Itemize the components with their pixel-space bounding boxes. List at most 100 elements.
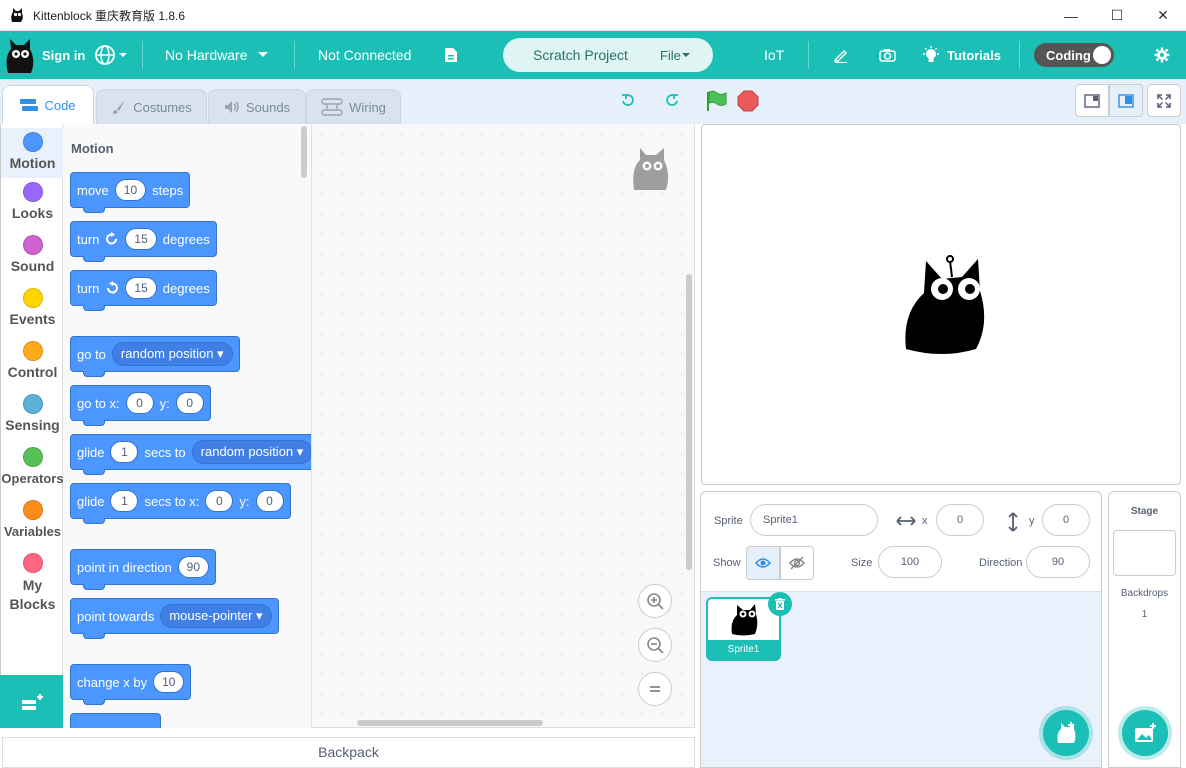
block-input[interactable]: 0 (205, 490, 234, 512)
category-events[interactable]: Events (1, 288, 64, 327)
choose-backdrop-button[interactable] (1122, 710, 1168, 756)
backdrop-thumbnail[interactable] (1113, 530, 1176, 576)
pencil-icon[interactable] (833, 31, 849, 79)
zoom-in-button[interactable] (638, 584, 672, 618)
category-motion[interactable]: Motion (1, 128, 64, 178)
choose-sprite-button[interactable] (1043, 710, 1089, 756)
script-workspace[interactable] (312, 124, 695, 728)
tab-sounds[interactable]: Sounds (208, 89, 306, 124)
small-stage-button[interactable] (1075, 84, 1109, 117)
dropdown-value: random position (200, 444, 294, 459)
block-point-towards[interactable]: point towards mouse-pointer ▾ (70, 598, 279, 639)
category-sensing[interactable]: Sensing (1, 394, 64, 433)
add-extension-button[interactable] (0, 675, 63, 728)
language-globe-icon[interactable] (95, 31, 129, 79)
stop-icon (737, 90, 759, 112)
tab-wiring[interactable]: Wiring (306, 89, 401, 124)
block-input[interactable]: 1 (110, 490, 139, 512)
direction-input[interactable]: 90 (1026, 546, 1090, 578)
file-save-icon[interactable] (444, 31, 458, 79)
backpack[interactable]: Backpack (2, 737, 695, 768)
tab-code[interactable]: Code (2, 85, 94, 124)
connection-status[interactable]: Not Connected (318, 31, 411, 79)
block-partial[interactable] (70, 713, 161, 728)
block-input[interactable]: 90 (177, 556, 210, 578)
block-go-to[interactable]: go to random position ▾ (70, 336, 240, 377)
block-glide-to-xy[interactable]: glide 1 secs to x: 0 y: 0 (70, 483, 291, 524)
stop-button[interactable] (737, 90, 759, 117)
block-text: point in direction (77, 559, 172, 575)
y-input[interactable]: 0 (1042, 504, 1090, 536)
x-input[interactable]: 0 (936, 504, 984, 536)
category-looks[interactable]: Looks (1, 182, 64, 221)
category-sound[interactable]: Sound (1, 235, 64, 274)
project-title-pill[interactable]: Scratch Project File (503, 38, 713, 72)
camera-icon[interactable] (879, 31, 896, 79)
sprite-tile[interactable]: Sprite1 (706, 592, 792, 661)
backdrops-label: Backdrops (1120, 588, 1169, 599)
block-turn-right[interactable]: turn 15 degrees (70, 221, 217, 262)
block-dropdown[interactable]: random position ▾ (191, 440, 311, 464)
block-dropdown[interactable]: random position ▾ (111, 342, 233, 366)
block-dropdown[interactable]: mouse-pointer ▾ (160, 604, 272, 628)
block-glide-to[interactable]: glide 1 secs to random position ▾ (70, 434, 311, 475)
toggle-knob (1093, 46, 1111, 64)
close-icon[interactable]: ✕ (1140, 0, 1186, 31)
hardware-dropdown[interactable]: No Hardware (165, 31, 273, 79)
block-point-direction[interactable]: point in direction 90 (70, 549, 217, 590)
tab-costumes[interactable]: Costumes (96, 89, 207, 124)
zoom-out-button[interactable] (638, 628, 672, 662)
block-go-to-xy[interactable]: go to x: 0 y: 0 (70, 385, 211, 426)
block-input[interactable]: 0 (255, 490, 284, 512)
sprite-thumb-icon (731, 604, 758, 636)
kitten-sprite-icon[interactable] (902, 253, 986, 357)
project-title[interactable]: Scratch Project (533, 47, 628, 63)
palette-scrollbar[interactable] (301, 126, 307, 178)
coding-toggle[interactable]: Coding (1034, 43, 1114, 67)
fullscreen-button[interactable] (1147, 84, 1181, 117)
green-flag-button[interactable] (705, 90, 727, 117)
hide-button[interactable] (780, 546, 814, 580)
block-turn-left[interactable]: turn 15 degrees (70, 270, 217, 311)
redo-icon[interactable] (664, 92, 680, 113)
block-text: steps (152, 182, 184, 198)
tutorials-button[interactable]: Tutorials (922, 31, 1001, 79)
block-input[interactable]: 0 (175, 392, 204, 414)
control-dot-icon (22, 341, 43, 361)
show-visible-button[interactable] (746, 546, 780, 580)
block-input[interactable]: 10 (153, 671, 185, 693)
sign-in-button[interactable]: Sign in (42, 31, 85, 79)
minimize-icon[interactable]: — (1048, 0, 1094, 31)
block-input[interactable]: 15 (125, 228, 157, 250)
category-variables[interactable]: Variables (1, 500, 64, 539)
block-text: y: (239, 493, 250, 509)
workspace-vertical-scrollbar[interactable] (686, 274, 692, 570)
delete-sprite-button[interactable] (768, 592, 792, 616)
undo-icon[interactable] (620, 92, 636, 113)
category-operators[interactable]: Operators (1, 447, 64, 486)
block-move-steps[interactable]: move 10 steps (70, 172, 191, 213)
category-control[interactable]: Control (1, 341, 64, 380)
sprite-name-input[interactable]: Sprite1 (750, 504, 878, 536)
block-text: turn (77, 231, 100, 247)
sensing-dot-icon (22, 394, 43, 414)
block-input[interactable]: 0 (125, 392, 154, 414)
stage-canvas[interactable] (701, 124, 1181, 485)
large-stage-button[interactable] (1109, 84, 1143, 117)
sprite-info: Sprite Sprite1 x 0 y 0 Show Size 100 Dir… (701, 492, 1101, 592)
category-sensing-label: Sensing (5, 417, 60, 433)
file-menu[interactable]: File (660, 48, 681, 63)
zoom-reset-button[interactable] (638, 672, 672, 706)
settings-gear-icon[interactable] (1154, 31, 1170, 79)
category-my-blocks[interactable]: My Blocks (1, 553, 64, 614)
block-input[interactable]: 1 (110, 441, 139, 463)
hardware-label: No Hardware (165, 47, 248, 63)
block-text: degrees (162, 280, 210, 296)
block-change-x[interactable]: change x by 10 (70, 664, 192, 705)
maximize-icon[interactable]: ☐ (1094, 0, 1140, 31)
block-input[interactable]: 15 (125, 277, 157, 299)
block-input[interactable]: 10 (114, 179, 147, 201)
size-input[interactable]: 100 (878, 546, 942, 578)
iot-menu[interactable]: IoT (764, 31, 784, 79)
workspace-horizontal-scrollbar[interactable] (357, 720, 543, 726)
